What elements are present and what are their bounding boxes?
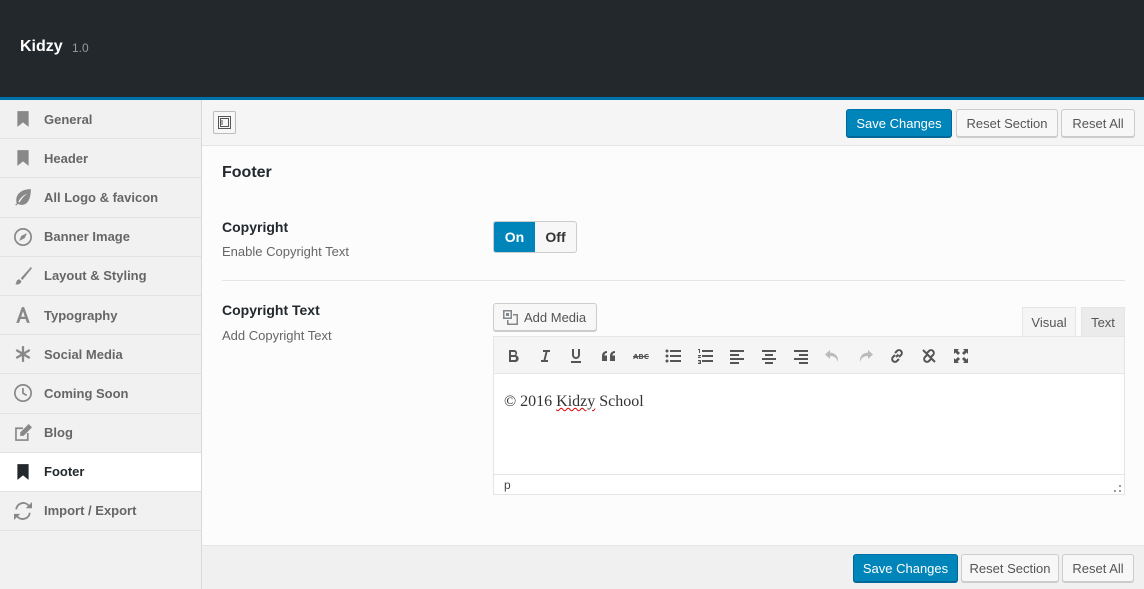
switch-on-option[interactable]: On xyxy=(494,222,535,252)
compass-icon xyxy=(14,227,32,246)
edit-icon xyxy=(14,423,32,442)
copyright-editor: ABC © 2016 Kidzy School p xyxy=(493,336,1125,495)
app-version: 1.0 xyxy=(72,41,89,55)
tab-visual[interactable]: Visual xyxy=(1022,307,1076,337)
sidebar-item-blog[interactable]: Blog xyxy=(0,414,201,453)
add-media-label: Add Media xyxy=(524,309,587,325)
sidebar-item-label: Footer xyxy=(44,464,85,480)
leaf-icon xyxy=(14,188,32,206)
fullscreen-icon[interactable] xyxy=(951,346,971,366)
underline-icon[interactable] xyxy=(566,346,586,366)
copyright-switch[interactable]: On Off xyxy=(493,221,577,253)
sidebar-item-footer[interactable]: Footer xyxy=(0,452,201,492)
bottom-toolbar: Save Changes Reset Section Reset All xyxy=(202,545,1144,589)
sidebar-item-social-media[interactable]: Social Media xyxy=(0,335,201,375)
blockquote-icon[interactable] xyxy=(599,346,619,366)
sidebar-item-label: Social Media xyxy=(44,346,123,362)
reset-all-button[interactable]: Reset All xyxy=(1061,109,1135,137)
sidebar-item-banner-image[interactable]: Banner Image xyxy=(0,218,201,257)
switch-off-option[interactable]: Off xyxy=(535,222,576,252)
field-divider xyxy=(222,280,1125,281)
sidebar-item-general[interactable]: General xyxy=(0,100,201,140)
expand-options-button[interactable] xyxy=(213,111,236,134)
strikethrough-icon[interactable]: ABC xyxy=(631,346,651,366)
refresh-icon xyxy=(14,501,32,520)
bullet-list-icon[interactable] xyxy=(663,346,683,366)
admin-header: Kidzy 1.0 xyxy=(0,0,1144,100)
sidebar-item-import-export[interactable]: Import / Export xyxy=(0,492,201,532)
sidebar-item-label: All Logo & favicon xyxy=(44,189,159,205)
reset-section-button[interactable]: Reset Section xyxy=(956,109,1058,137)
content-prefix: © 2016 xyxy=(504,393,557,410)
bold-icon[interactable] xyxy=(503,346,523,366)
editor-statusbar: p xyxy=(494,474,1124,495)
brush-icon xyxy=(14,266,32,285)
sidebar-item-layout-styling[interactable]: Layout & Styling xyxy=(0,257,201,296)
align-center-icon[interactable] xyxy=(759,346,779,366)
sidebar-item-header[interactable]: Header xyxy=(0,139,201,179)
align-left-icon[interactable] xyxy=(727,346,747,366)
font-icon xyxy=(14,306,32,324)
resize-handle-icon[interactable] xyxy=(1114,485,1121,492)
bookmark-icon xyxy=(14,110,32,128)
sidebar-item-typography[interactable]: Typography xyxy=(0,296,201,336)
undo-icon[interactable] xyxy=(823,346,843,366)
copyright-field-title: Copyright xyxy=(222,219,289,235)
sidebar-item-label: Typography xyxy=(44,307,118,323)
copyright-text-field-title: Copyright Text xyxy=(222,302,320,318)
sidebar-item-coming-soon[interactable]: Coming Soon xyxy=(0,374,201,414)
reset-all-button-bottom[interactable]: Reset All xyxy=(1062,554,1134,582)
editor-content[interactable]: © 2016 Kidzy School xyxy=(494,374,1124,474)
top-toolbar: Save Changes Reset Section Reset All xyxy=(202,100,1144,146)
options-main: Save Changes Reset Section Reset All Foo… xyxy=(202,100,1144,589)
element-path[interactable]: p xyxy=(504,478,511,492)
panel-icon xyxy=(218,116,231,129)
sidebar-item-label: Header xyxy=(44,150,89,166)
options-sidebar: General Header All Logo & favicon Banner… xyxy=(0,100,202,589)
sidebar-item-label: Banner Image xyxy=(44,229,130,245)
content-misspelled-word: Kidzy xyxy=(556,393,596,410)
sidebar-item-label: Layout & Styling xyxy=(44,268,147,284)
app-name: Kidzy xyxy=(20,38,63,55)
sidebar-item-label: Blog xyxy=(44,425,73,441)
reset-section-button-bottom[interactable]: Reset Section xyxy=(961,554,1059,582)
tab-text[interactable]: Text xyxy=(1081,307,1125,337)
bookmark-icon xyxy=(14,463,32,481)
redo-icon[interactable] xyxy=(855,346,875,366)
align-right-icon[interactable] xyxy=(791,346,811,366)
copyright-field-description: Enable Copyright Text xyxy=(222,244,349,259)
numbered-list-icon[interactable] xyxy=(695,346,715,366)
sidebar-item-label: Coming Soon xyxy=(44,385,129,401)
italic-icon[interactable] xyxy=(535,346,555,366)
clock-icon xyxy=(14,384,32,403)
editor-toolbar: ABC xyxy=(494,337,1124,374)
copyright-text-field-description: Add Copyright Text xyxy=(222,328,332,343)
add-media-button[interactable]: Add Media xyxy=(493,303,597,331)
bookmark-icon xyxy=(14,149,32,167)
save-changes-button-bottom[interactable]: Save Changes xyxy=(853,554,958,582)
content-suffix: School xyxy=(595,393,644,410)
asterisk-icon xyxy=(14,345,32,363)
media-icon xyxy=(503,309,518,325)
save-changes-button[interactable]: Save Changes xyxy=(846,109,952,137)
link-icon[interactable] xyxy=(887,346,907,366)
sidebar-item-logo-favicon[interactable]: All Logo & favicon xyxy=(0,178,201,218)
sidebar-item-label: Import / Export xyxy=(44,503,137,519)
section-title: Footer xyxy=(222,164,272,181)
sidebar-item-label: General xyxy=(44,111,93,127)
unlink-icon[interactable] xyxy=(919,346,939,366)
